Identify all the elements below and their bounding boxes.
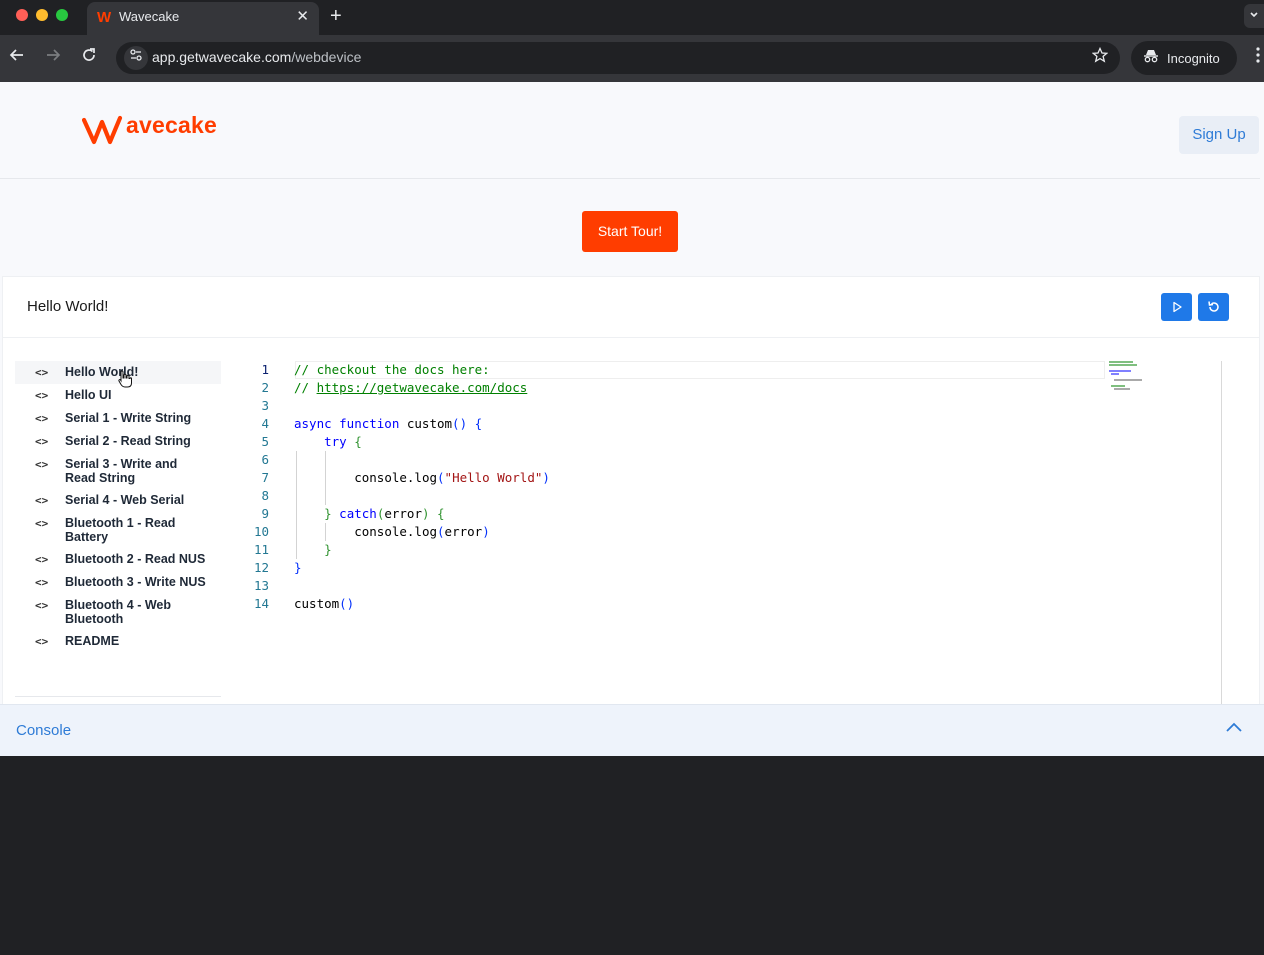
- tab-title: Wavecake: [119, 9, 180, 24]
- code-line: 11 }: [253, 542, 332, 557]
- close-window-button[interactable]: [16, 9, 28, 21]
- start-tour-button[interactable]: Start Tour!: [582, 211, 678, 252]
- code-panel: Hello World! <> Hello World! <> Hello UI <> S…: [2, 276, 1260, 706]
- address-bar[interactable]: app.getwavecake.com/webdevice: [116, 42, 1120, 74]
- code-editor[interactable]: 1// checkout the docs here: 2// https://…: [243, 361, 1231, 704]
- panel-header: Hello World!: [3, 277, 1259, 338]
- browser-menu-icon[interactable]: [1256, 47, 1260, 68]
- forward-arrow-icon[interactable]: [45, 47, 61, 68]
- browser-tab[interactable]: W Wavecake ✕: [87, 2, 319, 35]
- sidebar-item[interactable]: <> README: [15, 630, 221, 653]
- console-bar[interactable]: Console: [0, 704, 1264, 756]
- sidebar-item-label: Bluetooth 2 - Read NUS: [65, 552, 206, 566]
- code-brackets-icon: <>: [35, 366, 49, 379]
- reset-button[interactable]: [1198, 293, 1229, 321]
- code-brackets-icon: <>: [35, 435, 49, 448]
- sidebar-item[interactable]: <> Serial 4 - Web Serial: [15, 489, 221, 512]
- mouse-pointer-icon: [118, 370, 132, 393]
- sidebar-item[interactable]: <> Serial 3 - Write and Read String: [15, 453, 221, 489]
- code-line: 13: [253, 578, 269, 593]
- reload-icon[interactable]: [81, 47, 97, 68]
- close-tab-icon[interactable]: ✕: [296, 7, 309, 25]
- sidebar-item-label: Bluetooth 3 - Write NUS: [65, 575, 206, 589]
- editor-scrollbar[interactable]: [1221, 361, 1222, 704]
- site-settings-icon[interactable]: [124, 46, 148, 70]
- run-button[interactable]: [1161, 293, 1192, 321]
- sidebar-item-label: Hello World!: [65, 365, 139, 379]
- code-line: 7 console.log("Hello World"): [261, 470, 550, 485]
- code-line: 12}: [253, 560, 302, 575]
- new-tab-button[interactable]: +: [330, 5, 342, 28]
- sidebar-item-label: Serial 4 - Web Serial: [65, 493, 185, 507]
- minimize-window-button[interactable]: [36, 9, 48, 21]
- examples-sidebar: <> Hello World! <> Hello UI <> Serial 1 - Wri…: [15, 361, 221, 653]
- chevron-down-icon: [1250, 12, 1258, 18]
- panel-title: Hello World!: [27, 298, 109, 315]
- refresh-icon: [1207, 301, 1219, 312]
- code-brackets-icon: <>: [35, 553, 49, 566]
- code-brackets-icon: <>: [35, 599, 49, 612]
- code-minimap[interactable]: [1109, 361, 1149, 391]
- code-line: 14 custom(): [253, 596, 355, 611]
- code-brackets-icon: <>: [35, 576, 49, 589]
- browser-tab-bar: W Wavecake ✕ +: [0, 0, 1264, 35]
- sidebar-item[interactable]: <> Serial 2 - Read String: [15, 430, 221, 453]
- code-line: 4 async function custom() {: [261, 416, 483, 431]
- incognito-icon: [1143, 49, 1159, 66]
- chevron-up-icon[interactable]: [1226, 720, 1242, 736]
- code-line: 1// checkout the docs here:: [261, 362, 490, 377]
- sidebar-item-label: Bluetooth 4 - Web Bluetooth: [65, 598, 172, 626]
- code-brackets-icon: <>: [35, 517, 49, 530]
- incognito-label: Incognito: [1167, 51, 1220, 66]
- code-line: 6: [261, 452, 269, 467]
- sidebar-item[interactable]: <> Bluetooth 4 - Web Bluetooth: [15, 594, 221, 630]
- sidebar-item[interactable]: <> Serial 1 - Write String: [15, 407, 221, 430]
- sidebar-item-label: Bluetooth 1 - Read Battery: [65, 516, 176, 544]
- url-text: app.getwavecake.com/webdevice: [152, 49, 362, 65]
- site-header: avecake Sign Up: [0, 82, 1260, 179]
- code-line: 3: [261, 398, 269, 413]
- bookmark-star-icon[interactable]: [1091, 46, 1109, 68]
- maximize-window-button[interactable]: [56, 9, 68, 21]
- incognito-badge[interactable]: Incognito: [1131, 41, 1237, 75]
- code-brackets-icon: <>: [35, 635, 49, 648]
- logo-text: avecake: [126, 112, 217, 138]
- code-line: 10 console.log(error): [253, 524, 490, 539]
- sign-up-button[interactable]: Sign Up: [1179, 116, 1259, 154]
- code-line: 2// https://getwavecake.com/docs: [261, 380, 528, 395]
- docs-link[interactable]: https://getwavecake.com/docs: [317, 380, 528, 395]
- code-line: 8: [261, 488, 269, 503]
- sidebar-item-label: Serial 2 - Read String: [65, 434, 191, 448]
- tab-search-button[interactable]: [1244, 4, 1264, 28]
- sidebar-divider: [15, 696, 221, 697]
- sidebar-item[interactable]: <> Bluetooth 3 - Write NUS: [15, 571, 221, 594]
- code-brackets-icon: <>: [35, 494, 49, 507]
- wavecake-w-logo-icon: [82, 115, 123, 145]
- console-label: Console: [16, 722, 72, 739]
- web-page: avecake Sign Up Start Tour! Hello World!…: [0, 82, 1264, 756]
- sidebar-item-label: Serial 3 - Write and Read String: [65, 457, 178, 485]
- sidebar-item-label: Serial 1 - Write String: [65, 411, 192, 425]
- browser-toolbar: app.getwavecake.com/webdevice Incognito: [0, 35, 1264, 82]
- code-line: 9 } catch(error) {: [261, 506, 445, 521]
- code-brackets-icon: <>: [35, 458, 49, 471]
- sidebar-item-label: Hello UI: [65, 388, 112, 402]
- sidebar-item-label: README: [65, 634, 120, 648]
- code-line: 5 try {: [261, 434, 362, 449]
- code-brackets-icon: <>: [35, 389, 49, 402]
- back-arrow-icon[interactable]: [9, 47, 25, 68]
- wavecake-favicon-icon: W: [97, 9, 112, 26]
- sidebar-item[interactable]: <> Bluetooth 2 - Read NUS: [15, 548, 221, 571]
- code-brackets-icon: <>: [35, 412, 49, 425]
- play-icon: [1172, 301, 1182, 313]
- sidebar-item[interactable]: <> Bluetooth 1 - Read Battery: [15, 512, 221, 548]
